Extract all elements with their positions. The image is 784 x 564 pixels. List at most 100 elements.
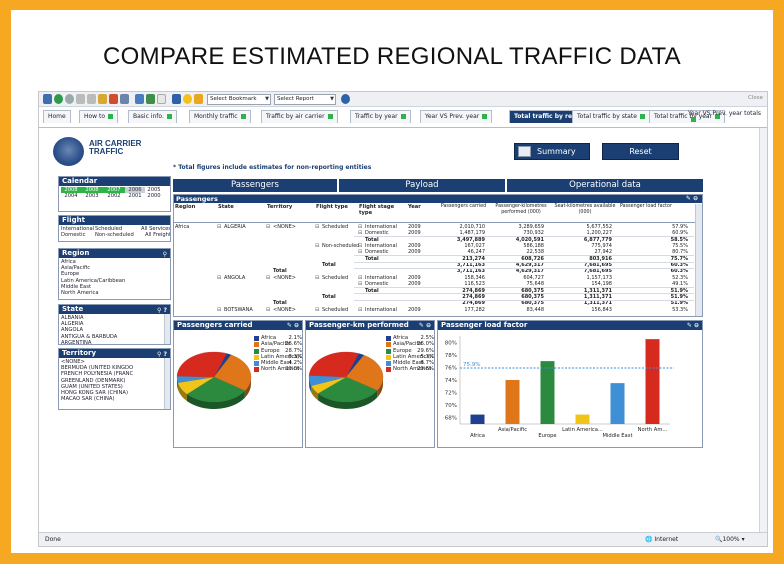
expand-icon[interactable]: ⊟ [358, 275, 362, 281]
column-header[interactable]: Flight type [316, 204, 358, 210]
zoom-level[interactable]: 🔍100% ▾ [715, 533, 745, 546]
calendar-year[interactable]: 2000 [145, 193, 163, 199]
column-header[interactable]: Passenger-kilometres performed (000) [492, 204, 550, 216]
tab-4[interactable]: Traffic by air carrier [261, 110, 338, 123]
reset-button[interactable]: Reset [602, 143, 679, 160]
calendar-year[interactable]: 2003 [81, 193, 103, 199]
expand-icon[interactable]: ⊟ [358, 307, 362, 313]
toolbar-undo-icon[interactable] [76, 94, 85, 104]
toolbar-star-icon[interactable] [183, 94, 192, 104]
toolbar-chart-icon[interactable] [135, 94, 144, 104]
bar[interactable] [540, 361, 555, 424]
toolbar: Select Bookmark ▼ Select Report ▼ Close [39, 92, 767, 107]
select-report[interactable]: Select Report ▼ [274, 94, 336, 105]
tab-3[interactable]: Monthly traffic [189, 110, 251, 123]
expand-icon[interactable]: ⊟ [315, 275, 319, 281]
tab-passengers[interactable]: Passengers [173, 179, 337, 192]
table-cell: 57.9% [672, 224, 688, 230]
tab-status-dot [240, 114, 246, 119]
toolbar-bookmark-icon[interactable] [194, 94, 203, 104]
region-list-item[interactable]: North America [61, 290, 168, 296]
expand-icon[interactable]: ⊟ [315, 307, 319, 313]
legend-label: Europe [261, 347, 280, 354]
toolbar-lock-icon[interactable] [98, 94, 107, 104]
tab-status-dot [108, 114, 114, 119]
tab-5[interactable]: Traffic by year [350, 110, 411, 123]
state-scrollbar[interactable] [164, 314, 170, 344]
tab-label: Monthly traffic [194, 113, 238, 120]
toolbar-graph-icon[interactable] [172, 94, 181, 104]
tab-1[interactable]: How to [79, 110, 119, 123]
column-header[interactable]: Passenger load factor [620, 204, 694, 210]
flight-option[interactable]: All Freight [137, 232, 170, 238]
toolbar-help-icon[interactable] [341, 94, 350, 104]
x-tick-label: Asia/Pacific [498, 427, 527, 433]
legend-swatch [254, 348, 259, 354]
expand-icon[interactable]: ⊟ [266, 307, 270, 313]
toolbar-nav-icon[interactable] [43, 94, 52, 104]
close-link[interactable]: Close [748, 95, 763, 101]
toolbar-redo-icon[interactable] [87, 94, 96, 104]
export-icon[interactable]: ✎ ⊖ [287, 321, 299, 330]
bar[interactable] [575, 414, 590, 424]
expand-icon[interactable]: ⊟ [217, 224, 221, 230]
tab-10[interactable]: Year VS Prev. year totals [688, 110, 767, 124]
column-header[interactable]: Region [175, 204, 217, 210]
flight-option[interactable]: Domestic [61, 232, 95, 238]
bar[interactable] [505, 380, 520, 424]
column-header[interactable]: Year [408, 204, 434, 210]
table-cell: 5,677,552 [586, 224, 612, 230]
summary-button[interactable]: Summary [514, 143, 590, 160]
column-header[interactable]: Seat-kilometres available (000) [552, 204, 618, 216]
toolbar-back-icon[interactable] [54, 94, 63, 104]
calendar-year[interactable]: 2002 [103, 193, 125, 199]
toolbar-export-icon[interactable] [109, 94, 118, 104]
table-scrollbar[interactable] [695, 204, 702, 316]
territory-list-item[interactable]: MACAO SAR (CHINA) [61, 396, 168, 402]
export-icon[interactable]: ✎ ⊖ [419, 321, 431, 330]
calendar-year[interactable]: 2001 [125, 193, 145, 199]
page-scrollbar[interactable] [759, 128, 767, 534]
tab-operational-data[interactable]: Operational data [507, 179, 703, 192]
tab-label: Basic info. [133, 113, 164, 120]
column-header[interactable]: Passengers carried [436, 204, 491, 210]
toolbar-table-icon[interactable] [146, 94, 155, 104]
table-cell: <NONE> [273, 274, 296, 281]
tab-0[interactable]: Home [43, 110, 71, 123]
tab-6[interactable]: Year VS Prev. year [420, 110, 493, 123]
expand-icon[interactable]: ⊟ [217, 307, 221, 313]
select-bookmark[interactable]: Select Bookmark ▼ [207, 94, 271, 105]
select-bookmark-label: Select Bookmark [210, 96, 257, 102]
table-cell: 2009 [408, 306, 421, 313]
export-icon[interactable]: ✎ ⊖ [686, 195, 698, 203]
expand-icon[interactable]: ⊟ [217, 275, 221, 281]
export-icon[interactable]: ✎ ⊖ [687, 321, 699, 330]
flight-option[interactable]: Non-scheduled [95, 232, 137, 238]
expand-icon[interactable]: ⊟ [266, 275, 270, 281]
state-list-item[interactable]: ARGENTINA [61, 340, 168, 344]
bar[interactable] [610, 383, 625, 424]
territory-header: Territory ⚲ ? [59, 349, 170, 358]
expand-icon[interactable]: ⊟ [266, 224, 270, 230]
tab-payload[interactable]: Payload [339, 179, 505, 192]
expand-icon[interactable]: ⊟ [315, 243, 319, 249]
calendar-header: Calendar [59, 177, 170, 186]
toolbar-doc-icon[interactable] [157, 94, 166, 104]
table-cell: BOTSWANA [224, 306, 253, 313]
territory-scrollbar[interactable] [164, 358, 170, 409]
toolbar-forward-icon[interactable] [65, 94, 74, 104]
column-header[interactable]: Territory [267, 204, 315, 210]
tab-2[interactable]: Basic info. [128, 110, 177, 123]
column-header[interactable]: Flight stage type [359, 204, 407, 216]
toolbar-print-icon[interactable] [120, 94, 129, 104]
search-icon[interactable]: ⚲ [163, 250, 167, 259]
tab-8[interactable]: Total traffic by state [572, 110, 650, 123]
bar[interactable] [470, 414, 485, 424]
calendar-year[interactable]: 2004 [61, 193, 81, 199]
column-header[interactable]: State [218, 204, 266, 210]
expand-icon[interactable]: ⊟ [315, 224, 319, 230]
expand-icon[interactable]: ⊟ [358, 224, 362, 230]
expand-icon[interactable]: ⊟ [358, 243, 362, 249]
tab-status-dot [166, 114, 172, 119]
bar[interactable] [645, 339, 660, 424]
